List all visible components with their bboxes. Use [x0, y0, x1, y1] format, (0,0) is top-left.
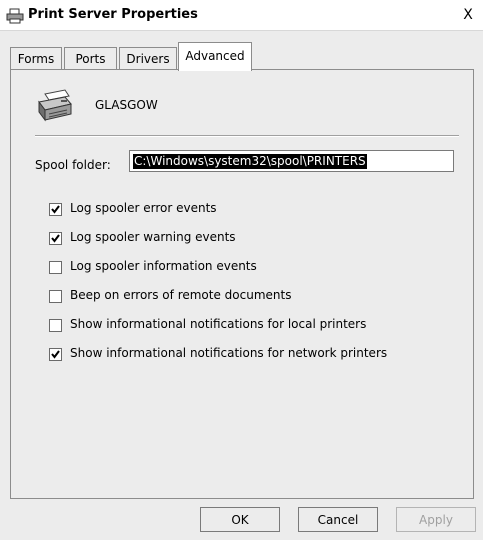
tab-advanced[interactable]: Advanced: [178, 42, 252, 71]
advanced-tab-panel: GLASGOW Spool folder: C:\Windows\system3…: [10, 69, 474, 499]
option-label: Log spooler information events: [70, 259, 257, 273]
print-server-properties-dialog: Print Server Properties X Forms Ports Dr…: [0, 0, 483, 540]
title-bar[interactable]: Print Server Properties X: [0, 0, 483, 31]
apply-button[interactable]: Apply: [396, 507, 476, 532]
option-label: Show informational notifications for net…: [70, 346, 388, 360]
checkbox[interactable]: [49, 203, 62, 216]
checkbox[interactable]: [49, 348, 62, 361]
close-button[interactable]: X: [459, 6, 477, 24]
print-server-icon: [38, 89, 72, 122]
cancel-button[interactable]: Cancel: [298, 507, 378, 532]
tab-forms[interactable]: Forms: [10, 47, 62, 70]
tab-ports[interactable]: Ports: [64, 47, 117, 70]
tab-drivers[interactable]: Drivers: [119, 47, 177, 70]
checkbox[interactable]: [49, 290, 62, 303]
separator: [35, 135, 459, 137]
spool-folder-input[interactable]: C:\Windows\system32\spool\PRINTERS: [129, 150, 454, 172]
close-icon: X: [463, 7, 473, 23]
spool-folder-value: C:\Windows\system32\spool\PRINTERS: [133, 154, 367, 169]
checkbox[interactable]: [49, 232, 62, 245]
printer-icon: [6, 8, 24, 24]
checkmark-icon: [51, 350, 60, 359]
checkmark-icon: [51, 234, 60, 243]
checkbox[interactable]: [49, 261, 62, 274]
server-name: GLASGOW: [95, 98, 158, 112]
option-label: Log spooler warning events: [70, 230, 236, 244]
checkmark-icon: [51, 205, 60, 214]
spool-folder-label: Spool folder:: [35, 158, 111, 172]
option-label: Show informational notifications for loc…: [70, 317, 367, 331]
window-title: Print Server Properties: [28, 7, 198, 22]
option-label: Log spooler error events: [70, 201, 217, 215]
ok-button[interactable]: OK: [200, 507, 280, 532]
checkbox[interactable]: [49, 319, 62, 332]
option-label: Beep on errors of remote documents: [70, 288, 292, 302]
